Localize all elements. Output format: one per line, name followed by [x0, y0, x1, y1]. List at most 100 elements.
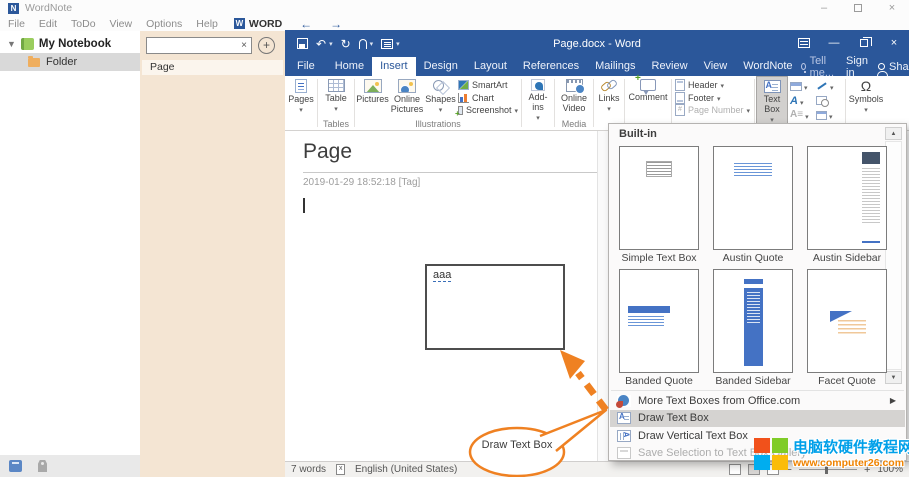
page-number-button[interactable]: Page Number — [675, 104, 751, 116]
zoom-slider-thumb[interactable] — [825, 465, 828, 474]
menu-todo[interactable]: ToDo — [71, 18, 96, 30]
print-layout-button[interactable] — [748, 464, 760, 475]
zoom-slider[interactable] — [799, 469, 857, 470]
group-divider — [754, 79, 755, 127]
smartart-button[interactable]: SmartArt — [458, 79, 518, 91]
redo-icon[interactable]: ↻ — [341, 38, 351, 50]
sign-in-button[interactable]: Sign in — [846, 55, 868, 79]
drop-cap-button[interactable]: A≡ — [788, 106, 814, 124]
symbols-button[interactable]: ΩSymbols — [847, 76, 885, 119]
clear-search-icon[interactable]: × — [241, 40, 247, 51]
menu-item-save-selection[interactable]: Save Selection to Text Box Gallery — [610, 445, 905, 463]
language-status[interactable]: English (United States) — [355, 464, 457, 475]
group-divider — [354, 79, 355, 127]
menu-item-draw-text-box[interactable]: Draw Text Box — [610, 410, 905, 428]
gallery-item-austin-quote[interactable] — [713, 146, 793, 250]
gallery-item-facet-quote[interactable] — [807, 269, 887, 373]
wordnote-close-button[interactable]: × — [875, 0, 909, 16]
draw-vertical-text-box-icon — [617, 430, 631, 442]
tab-design[interactable]: Design — [416, 57, 466, 76]
gallery-item-banded-sidebar[interactable] — [713, 269, 793, 373]
zoom-level[interactable]: 100% — [877, 464, 903, 475]
tab-view[interactable]: View — [696, 57, 736, 76]
search-input[interactable] — [150, 39, 241, 52]
save-icon[interactable] — [297, 38, 308, 49]
tab-wordnote[interactable]: WordNote — [735, 57, 800, 76]
add-ins-button[interactable]: Add-ins — [523, 76, 553, 124]
tab-home[interactable]: Home — [327, 57, 372, 76]
online-pictures-button[interactable]: Online Pictures — [389, 76, 425, 119]
word-count[interactable]: 7 words — [291, 464, 326, 475]
wordnote-titlebar: N WordNote – × — [0, 0, 909, 16]
table-icon — [328, 79, 345, 92]
gallery-label: Austin Sidebar — [801, 252, 893, 264]
zoom-out-button[interactable]: − — [786, 464, 792, 476]
forward-arrow-button[interactable]: → — [330, 17, 342, 31]
tab-layout[interactable]: Layout — [466, 57, 515, 76]
back-arrow-button[interactable]: ← — [300, 17, 312, 31]
wordnote-title: WordNote — [25, 2, 72, 14]
menu-file[interactable]: File — [8, 18, 25, 30]
gallery-item-banded-quote[interactable] — [619, 269, 699, 373]
scroll-up-button[interactable]: ▲ — [885, 127, 902, 140]
document-scrollbar[interactable] — [597, 131, 608, 461]
shapes-button[interactable]: Shapes — [425, 76, 456, 119]
zoom-in-button[interactable]: + — [864, 464, 870, 476]
ribbon-display-options-button[interactable] — [789, 30, 819, 57]
word-minimize-button[interactable]: — — [819, 30, 849, 57]
tell-me-box[interactable]: Tell me... — [801, 55, 836, 79]
menu-help[interactable]: Help — [196, 18, 218, 30]
menu-item-more-text-boxes[interactable]: More Text Boxes from Office.com ▶ — [610, 392, 905, 410]
customize-qat-icon[interactable]: ▾ — [396, 40, 400, 48]
tab-insert[interactable]: Insert — [372, 57, 416, 76]
ribbon-group-media: Online Video Media — [556, 76, 592, 130]
gallery-item-simple-text-box[interactable] — [619, 146, 699, 250]
menu-item-draw-vertical-text-box[interactable]: Draw Vertical Text Box — [610, 427, 905, 445]
links-button[interactable]: Links — [595, 76, 623, 119]
group-label-tables: Tables — [319, 119, 353, 130]
pictures-button[interactable]: Pictures — [356, 76, 389, 119]
word-toolbar-button[interactable]: W WORD — [234, 18, 282, 30]
chart-button[interactable]: Chart — [458, 92, 518, 104]
touch-mode-dropdown-icon[interactable]: ▾ — [370, 40, 374, 48]
drawn-text-box[interactable]: aaa — [425, 264, 565, 350]
gallery-item-austin-sidebar[interactable] — [807, 146, 887, 250]
notebook-view-icon[interactable] — [9, 460, 22, 472]
tab-references[interactable]: References — [515, 57, 587, 76]
signature-line-button[interactable] — [814, 77, 841, 95]
notebook-tree-item[interactable]: ▼ My Notebook — [0, 31, 140, 53]
proofing-errors-icon[interactable] — [336, 464, 345, 475]
word-close-button[interactable]: × — [879, 30, 909, 57]
screenshot-button[interactable]: Screenshot — [458, 104, 518, 116]
tab-review[interactable]: Review — [644, 57, 696, 76]
date-time-button[interactable] — [814, 96, 841, 105]
dropdown-arrow-icon — [607, 104, 611, 114]
comment-button[interactable]: Comment — [626, 76, 670, 119]
footer-button[interactable]: Footer — [675, 92, 751, 104]
undo-icon[interactable]: ↶ — [316, 38, 326, 50]
header-button[interactable]: Header — [675, 79, 751, 91]
table-button[interactable]: Table — [319, 76, 353, 119]
share-button[interactable]: Share — [878, 61, 909, 73]
menu-edit[interactable]: Edit — [39, 18, 57, 30]
online-video-button[interactable]: Online Video — [556, 76, 592, 119]
tab-file[interactable]: File — [285, 57, 327, 76]
pages-button[interactable]: Pages — [286, 76, 316, 119]
group-label-media: Media — [556, 119, 592, 130]
page-list-item[interactable]: Page — [142, 60, 283, 75]
undo-dropdown-icon[interactable]: ▾ — [329, 40, 333, 48]
touch-mode-icon[interactable] — [359, 39, 367, 49]
menu-options[interactable]: Options — [146, 18, 182, 30]
wordnote-maximize-button[interactable] — [841, 0, 875, 16]
word-restore-button[interactable] — [849, 30, 879, 57]
menu-view[interactable]: View — [110, 18, 133, 30]
folder-tree-item-selected[interactable]: Folder — [0, 53, 140, 71]
object-button[interactable] — [814, 106, 841, 124]
wordnote-minimize-button[interactable]: – — [807, 0, 841, 16]
add-page-button[interactable]: + — [258, 37, 275, 54]
read-mode-button[interactable] — [729, 464, 741, 475]
web-layout-button[interactable] — [767, 464, 779, 475]
document-mode-icon[interactable] — [381, 39, 393, 49]
text-box-button[interactable]: Text Box — [756, 76, 788, 127]
tag-icon[interactable] — [38, 460, 47, 472]
